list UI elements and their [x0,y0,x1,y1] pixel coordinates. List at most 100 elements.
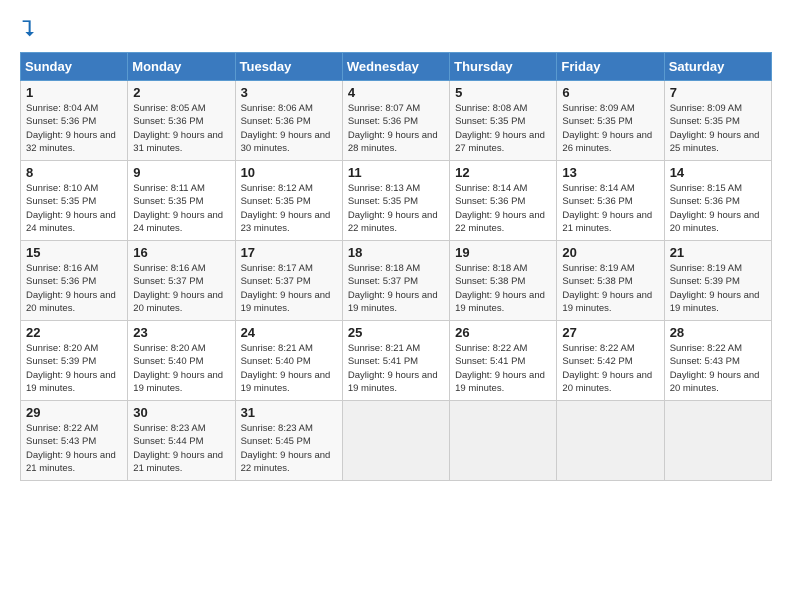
day-number: 15 [26,245,122,260]
day-info: Sunrise: 8:09 AMSunset: 5:35 PMDaylight:… [562,102,658,155]
day-number: 26 [455,325,551,340]
weekday-header-thursday: Thursday [450,53,557,81]
day-info: Sunrise: 8:20 AMSunset: 5:39 PMDaylight:… [26,342,122,395]
calendar-cell: 31 Sunrise: 8:23 AMSunset: 5:45 PMDayligh… [235,401,342,481]
calendar-cell: 9 Sunrise: 8:11 AMSunset: 5:35 PMDaylight… [128,161,235,241]
day-number: 24 [241,325,337,340]
day-number: 2 [133,85,229,100]
day-number: 27 [562,325,658,340]
day-number: 14 [670,165,766,180]
calendar-cell: 27 Sunrise: 8:22 AMSunset: 5:42 PMDayligh… [557,321,664,401]
day-info: Sunrise: 8:14 AMSunset: 5:36 PMDaylight:… [455,182,551,235]
day-number: 5 [455,85,551,100]
calendar-cell: 16 Sunrise: 8:16 AMSunset: 5:37 PMDayligh… [128,241,235,321]
day-number: 13 [562,165,658,180]
calendar-week-0: 1 Sunrise: 8:04 AMSunset: 5:36 PMDaylight… [21,81,772,161]
day-info: Sunrise: 8:22 AMSunset: 5:41 PMDaylight:… [455,342,551,395]
day-number: 31 [241,405,337,420]
day-number: 11 [348,165,444,180]
day-number: 25 [348,325,444,340]
weekday-header-wednesday: Wednesday [342,53,449,81]
calendar-cell: 19 Sunrise: 8:18 AMSunset: 5:38 PMDayligh… [450,241,557,321]
calendar-cell: 29Sunrise: 8:22 AMSunset: 5:43 PMDayligh… [21,401,128,481]
day-info: Sunrise: 8:23 AMSunset: 5:44 PMDaylight:… [133,422,229,475]
day-info: Sunrise: 8:12 AMSunset: 5:35 PMDaylight:… [241,182,337,235]
calendar-cell: 30 Sunrise: 8:23 AMSunset: 5:44 PMDayligh… [128,401,235,481]
calendar: SundayMondayTuesdayWednesdayThursdayFrid… [20,52,772,481]
day-number: 9 [133,165,229,180]
day-info: Sunrise: 8:18 AMSunset: 5:37 PMDaylight:… [348,262,444,315]
day-number: 4 [348,85,444,100]
day-info: Sunrise: 8:23 AMSunset: 5:45 PMDaylight:… [241,422,337,475]
header: ⮧ [20,16,772,42]
day-info: Sunrise: 8:05 AMSunset: 5:36 PMDaylight:… [133,102,229,155]
day-number: 1 [26,85,122,100]
calendar-cell: 17Sunrise: 8:17 AMSunset: 5:37 PMDayligh… [235,241,342,321]
calendar-cell: 3 Sunrise: 8:06 AMSunset: 5:36 PMDaylight… [235,81,342,161]
calendar-cell: 28 Sunrise: 8:22 AMSunset: 5:43 PMDayligh… [664,321,771,401]
day-number: 28 [670,325,766,340]
calendar-cell: 26 Sunrise: 8:22 AMSunset: 5:41 PMDayligh… [450,321,557,401]
calendar-cell [342,401,449,481]
calendar-week-3: 22 Sunrise: 8:20 AMSunset: 5:39 PMDayligh… [21,321,772,401]
day-number: 22 [26,325,122,340]
calendar-cell: 12 Sunrise: 8:14 AMSunset: 5:36 PMDayligh… [450,161,557,241]
weekday-header-sunday: Sunday [21,53,128,81]
day-info: Sunrise: 8:19 AMSunset: 5:38 PMDaylight:… [562,262,658,315]
day-info: Sunrise: 8:16 AMSunset: 5:36 PMDaylight:… [26,262,122,315]
day-number: 16 [133,245,229,260]
page-container: ⮧ SundayMondayTuesdayWednesdayThursdayFr… [0,0,792,491]
calendar-cell: 4 Sunrise: 8:07 AMSunset: 5:36 PMDaylight… [342,81,449,161]
calendar-cell: 25 Sunrise: 8:21 AMSunset: 5:41 PMDayligh… [342,321,449,401]
calendar-cell [664,401,771,481]
day-number: 18 [348,245,444,260]
calendar-week-1: 8Sunrise: 8:10 AMSunset: 5:35 PMDaylight… [21,161,772,241]
calendar-cell: 11 Sunrise: 8:13 AMSunset: 5:35 PMDayligh… [342,161,449,241]
day-info: Sunrise: 8:08 AMSunset: 5:35 PMDaylight:… [455,102,551,155]
day-number: 12 [455,165,551,180]
day-info: Sunrise: 8:21 AMSunset: 5:40 PMDaylight:… [241,342,337,395]
calendar-cell: 23 Sunrise: 8:20 AMSunset: 5:40 PMDayligh… [128,321,235,401]
day-info: Sunrise: 8:20 AMSunset: 5:40 PMDaylight:… [133,342,229,395]
day-info: Sunrise: 8:16 AMSunset: 5:37 PMDaylight:… [133,262,229,315]
calendar-cell: 20 Sunrise: 8:19 AMSunset: 5:38 PMDayligh… [557,241,664,321]
day-info: Sunrise: 8:13 AMSunset: 5:35 PMDaylight:… [348,182,444,235]
calendar-cell: 7Sunrise: 8:09 AMSunset: 5:35 PMDaylight… [664,81,771,161]
day-info: Sunrise: 8:21 AMSunset: 5:41 PMDaylight:… [348,342,444,395]
calendar-cell: 24 Sunrise: 8:21 AMSunset: 5:40 PMDayligh… [235,321,342,401]
calendar-cell: 2 Sunrise: 8:05 AMSunset: 5:36 PMDaylight… [128,81,235,161]
calendar-cell: 15 Sunrise: 8:16 AMSunset: 5:36 PMDayligh… [21,241,128,321]
day-number: 3 [241,85,337,100]
day-info: Sunrise: 8:04 AMSunset: 5:36 PMDaylight:… [26,102,122,155]
calendar-week-4: 29Sunrise: 8:22 AMSunset: 5:43 PMDayligh… [21,401,772,481]
day-info: Sunrise: 8:22 AMSunset: 5:42 PMDaylight:… [562,342,658,395]
day-info: Sunrise: 8:06 AMSunset: 5:36 PMDaylight:… [241,102,337,155]
calendar-cell: 1 Sunrise: 8:04 AMSunset: 5:36 PMDaylight… [21,81,128,161]
day-number: 19 [455,245,551,260]
calendar-cell: 5 Sunrise: 8:08 AMSunset: 5:35 PMDaylight… [450,81,557,161]
day-info: Sunrise: 8:15 AMSunset: 5:36 PMDaylight:… [670,182,766,235]
day-number: 7 [670,85,766,100]
calendar-cell: 22 Sunrise: 8:20 AMSunset: 5:39 PMDayligh… [21,321,128,401]
logo-icon: ⮧ [22,16,35,42]
weekday-header-friday: Friday [557,53,664,81]
day-info: Sunrise: 8:10 AMSunset: 5:35 PMDaylight:… [26,182,122,235]
day-number: 30 [133,405,229,420]
calendar-cell: 8Sunrise: 8:10 AMSunset: 5:35 PMDaylight… [21,161,128,241]
logo: ⮧ [20,16,35,42]
day-number: 23 [133,325,229,340]
day-info: Sunrise: 8:11 AMSunset: 5:35 PMDaylight:… [133,182,229,235]
day-info: Sunrise: 8:07 AMSunset: 5:36 PMDaylight:… [348,102,444,155]
day-info: Sunrise: 8:22 AMSunset: 5:43 PMDaylight:… [26,422,122,475]
day-number: 10 [241,165,337,180]
calendar-cell: 13 Sunrise: 8:14 AMSunset: 5:36 PMDayligh… [557,161,664,241]
calendar-cell [450,401,557,481]
day-number: 20 [562,245,658,260]
weekday-header-monday: Monday [128,53,235,81]
day-info: Sunrise: 8:14 AMSunset: 5:36 PMDaylight:… [562,182,658,235]
day-info: Sunrise: 8:22 AMSunset: 5:43 PMDaylight:… [670,342,766,395]
day-info: Sunrise: 8:18 AMSunset: 5:38 PMDaylight:… [455,262,551,315]
day-number: 17 [241,245,337,260]
calendar-cell: 21Sunrise: 8:19 AMSunset: 5:39 PMDayligh… [664,241,771,321]
calendar-cell: 6Sunrise: 8:09 AMSunset: 5:35 PMDaylight… [557,81,664,161]
